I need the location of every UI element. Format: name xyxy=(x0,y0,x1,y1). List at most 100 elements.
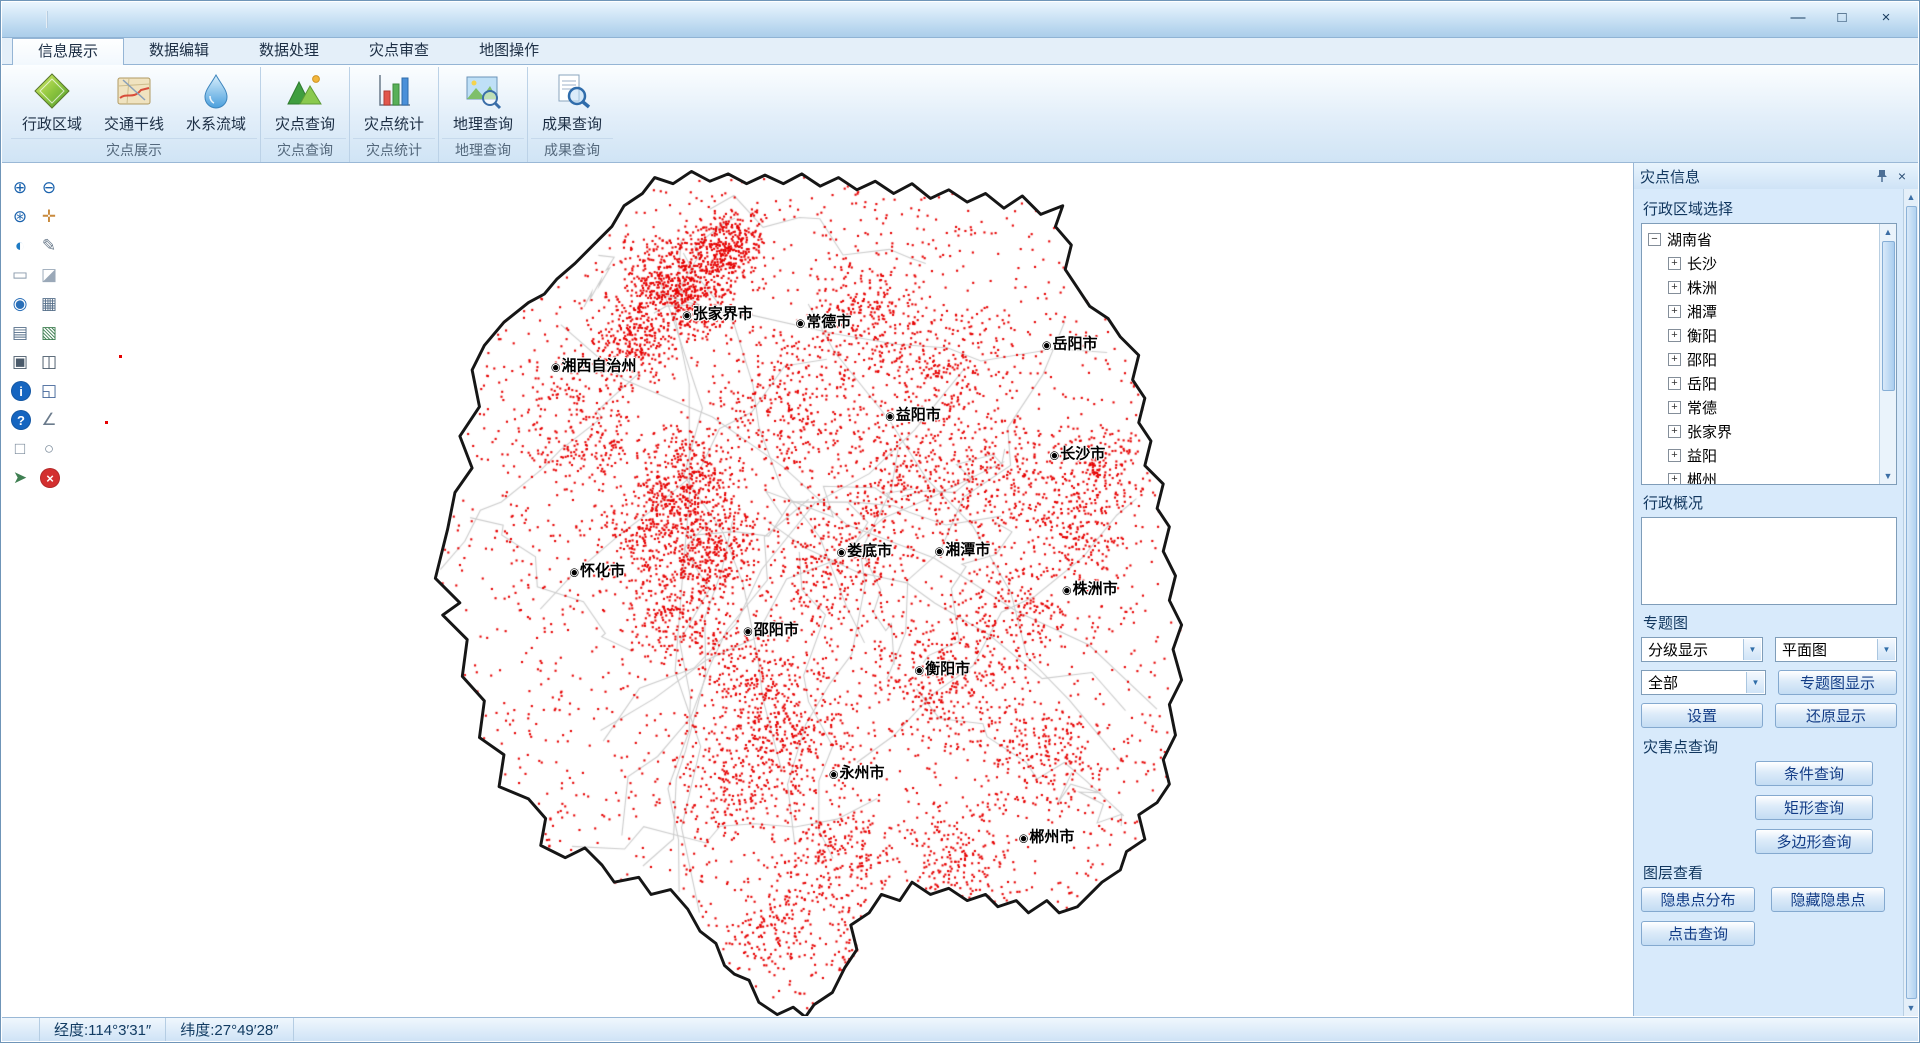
scroll-up-icon[interactable]: ▲ xyxy=(1884,224,1893,240)
panel-title: 灾点信息 xyxy=(1640,166,1872,187)
overview-textarea[interactable] xyxy=(1641,517,1897,605)
scroll-thumb[interactable] xyxy=(1882,241,1895,391)
pointer-select-icon[interactable]: ➤ xyxy=(7,465,33,491)
tree-node[interactable]: +郴州 xyxy=(1646,467,1876,485)
disaster-query-button[interactable]: 灾点查询 xyxy=(264,67,346,138)
tab-data-process[interactable]: 数据处理 xyxy=(234,38,344,64)
scroll-thumb[interactable] xyxy=(1906,206,1917,999)
polygon-query-button[interactable]: 多边形查询 xyxy=(1755,829,1873,854)
legend-icon[interactable]: ▧ xyxy=(36,320,62,346)
zoom-extent-icon[interactable]: ⊛ xyxy=(7,204,33,230)
region-tree[interactable]: −湖南省+长沙+株洲+湘潭+衡阳+邵阳+岳阳+常德+张家界+益阳+郴州 ▲ ▼ xyxy=(1641,223,1897,485)
show-thematic-button[interactable]: 专题图显示 xyxy=(1778,670,1897,695)
tree-node[interactable]: +益阳 xyxy=(1646,443,1876,467)
tab-map-operation[interactable]: 地图操作 xyxy=(454,38,564,64)
disaster-stats-button[interactable]: 灾点统计 xyxy=(353,67,435,138)
disaster-points-layer xyxy=(428,169,1200,1016)
ribbon-button-label: 交通干线 xyxy=(104,113,164,134)
print-preview-icon[interactable]: ◫ xyxy=(36,349,62,375)
hide-hazard-points-button[interactable]: 隐藏隐患点 xyxy=(1771,887,1885,912)
minimize-button[interactable]: — xyxy=(1776,5,1820,30)
restore-display-button[interactable]: 还原显示 xyxy=(1775,703,1897,728)
app-window: — □ × 信息展示 数据编辑 数据处理 灾点审查 地图操作 行政区域 xyxy=(0,0,1920,1043)
tree-node[interactable]: + 常德 xyxy=(1646,395,1876,419)
tree-node-label: 湖南省 xyxy=(1667,229,1712,250)
tree-expander-icon[interactable]: + xyxy=(1668,401,1681,414)
rect-zoom-icon[interactable]: □ xyxy=(7,436,33,462)
globe-icon[interactable]: ◐ xyxy=(7,233,33,259)
pin-icon[interactable] xyxy=(1872,166,1892,186)
hazard-distribution-button[interactable]: 隐患点分布 xyxy=(1641,887,1755,912)
tree-scrollbar[interactable]: ▲ ▼ xyxy=(1879,224,1896,484)
panel-scrollbar[interactable]: ▲ ▼ xyxy=(1903,189,1918,1016)
scroll-down-icon[interactable]: ▼ xyxy=(1907,1000,1916,1016)
ribbon-group-disaster-query: 灾点查询 灾点查询 xyxy=(260,67,349,162)
filter-select[interactable]: 全部 ▼ xyxy=(1641,670,1766,695)
mountains-icon xyxy=(284,70,326,112)
eye-icon[interactable]: ◉ xyxy=(7,291,33,317)
report-icon[interactable]: ▤ xyxy=(7,320,33,346)
tree-node[interactable]: +岳阳 xyxy=(1646,371,1876,395)
measure-icon[interactable]: ∠ xyxy=(36,407,62,433)
tree-node[interactable]: + 张家界 xyxy=(1646,419,1876,443)
eraser-icon[interactable]: ◪ xyxy=(36,262,62,288)
pan-icon[interactable]: ✛ xyxy=(36,204,62,230)
click-query-button[interactable]: 点击查询 xyxy=(1641,921,1755,946)
water-drop-icon xyxy=(195,70,237,112)
tree-expander-icon[interactable]: + xyxy=(1668,473,1681,486)
draw-line-icon[interactable]: ✎ xyxy=(36,233,62,259)
zoom-in-icon[interactable]: ⊕ xyxy=(7,175,33,201)
display-mode-value: 分级显示 xyxy=(1648,639,1708,660)
scroll-up-icon[interactable]: ▲ xyxy=(1907,189,1916,205)
overview-window-icon[interactable]: ◱ xyxy=(36,378,62,404)
water-system-button[interactable]: 水系流域 xyxy=(175,67,257,138)
tree-expander-icon[interactable]: − xyxy=(1648,233,1661,246)
rectangle-query-button[interactable]: 矩形查询 xyxy=(1755,795,1873,820)
tree-node[interactable]: +衡阳 xyxy=(1646,323,1876,347)
tree-expander-icon[interactable]: + xyxy=(1668,281,1681,294)
tree-node[interactable]: +株洲 xyxy=(1646,275,1876,299)
tree-expander-icon[interactable]: + xyxy=(1668,377,1681,390)
tab-info-display[interactable]: 信息展示 xyxy=(12,38,124,65)
display-mode-select[interactable]: 分级显示 ▼ xyxy=(1641,637,1763,662)
info-icon[interactable]: i xyxy=(11,381,31,401)
tree-node-label: 邵阳 xyxy=(1687,349,1717,370)
result-query-button[interactable]: 成果查询 xyxy=(531,67,613,138)
tree-node-label: 湘潭 xyxy=(1687,301,1717,322)
traffic-lines-button[interactable]: 交通干线 xyxy=(93,67,175,138)
close-button[interactable]: × xyxy=(1864,5,1908,30)
print-icon[interactable]: ▣ xyxy=(7,349,33,375)
zoom-out-icon[interactable]: ⊖ xyxy=(36,175,62,201)
select-rect-icon[interactable]: ▭ xyxy=(7,262,33,288)
filter-value: 全部 xyxy=(1648,672,1678,693)
tree-node[interactable]: +长沙 xyxy=(1646,251,1876,275)
help-icon[interactable]: ? xyxy=(11,410,31,430)
ellipse-select-icon[interactable]: ○ xyxy=(36,436,62,462)
tree-expander-icon[interactable]: + xyxy=(1668,329,1681,342)
status-spacer xyxy=(2,1018,40,1041)
map-view[interactable]: ◉张家界市◉常德市◉岳阳市◉湘西自治州◉益阳市◉长沙市◉娄底市◉湘潭市◉株洲市◉… xyxy=(2,163,1633,1016)
map-type-select[interactable]: 平面图 ▼ xyxy=(1775,637,1897,662)
tree-expander-icon[interactable]: + xyxy=(1668,353,1681,366)
attribute-table-icon[interactable]: ▦ xyxy=(36,291,62,317)
tree-expander-icon[interactable]: + xyxy=(1668,257,1681,270)
geo-query-button[interactable]: 地理查询 xyxy=(442,67,524,138)
panel-close-icon[interactable]: × xyxy=(1892,166,1912,186)
tree-expander-icon[interactable]: + xyxy=(1668,449,1681,462)
admin-region-button[interactable]: 行政区域 xyxy=(11,67,93,138)
tree-expander-icon[interactable]: + xyxy=(1668,305,1681,318)
scroll-down-icon[interactable]: ▼ xyxy=(1884,468,1893,484)
maximize-button[interactable]: □ xyxy=(1820,5,1864,30)
tree-node-label: 常德 xyxy=(1687,397,1717,418)
map-toolbar: ⊕⊖⊛✛◐✎▭◪◉▦▤▧▣◫i◱?∠□○➤ × xyxy=(7,175,64,493)
close-tool-icon[interactable]: × xyxy=(40,468,60,488)
tree-expander-icon[interactable]: + xyxy=(1668,425,1681,438)
tree-node[interactable]: + 湘潭 xyxy=(1646,299,1876,323)
condition-query-button[interactable]: 条件查询 xyxy=(1755,761,1873,786)
tree-node-label: 张家界 xyxy=(1687,421,1732,442)
tab-data-edit[interactable]: 数据编辑 xyxy=(124,38,234,64)
tab-disaster-review[interactable]: 灾点审查 xyxy=(344,38,454,64)
tree-node-root[interactable]: −湖南省 xyxy=(1646,227,1876,251)
settings-button[interactable]: 设置 xyxy=(1641,703,1763,728)
tree-node[interactable]: + 邵阳 xyxy=(1646,347,1876,371)
